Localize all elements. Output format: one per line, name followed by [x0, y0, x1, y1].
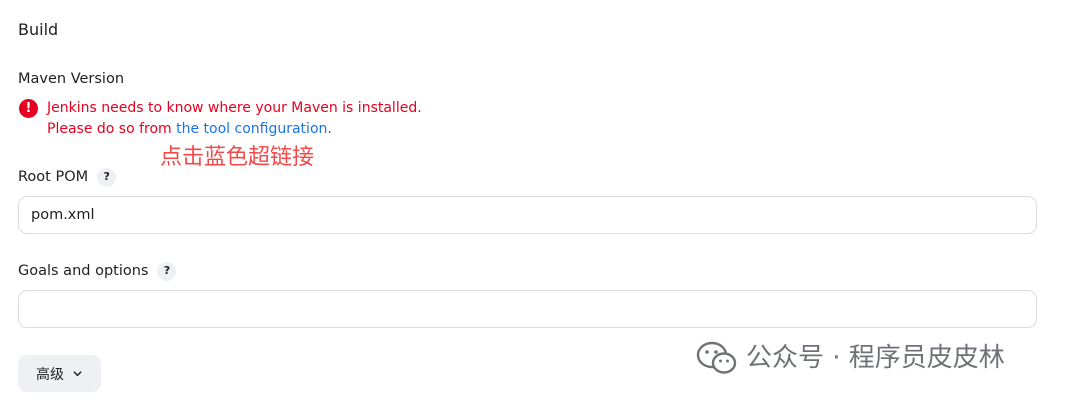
chevron-down-icon [73, 371, 82, 377]
advanced-button[interactable]: 高级 [18, 355, 101, 392]
error-line-1: Jenkins needs to know where your Maven i… [47, 100, 422, 116]
error-line-2: Please do so from the tool configuration… [47, 119, 422, 140]
goals-and-options-label: Goals and options ? [18, 261, 177, 281]
maven-version-label: Maven Version [18, 69, 124, 89]
annotation-text: 点击蓝色超链接 [160, 145, 315, 170]
watermark-text: 公众号 · 程序员皮皮林 [746, 343, 1005, 373]
maven-error-message: ! Jenkins needs to know where your Maven… [19, 98, 422, 140]
root-pom-input[interactable] [18, 196, 1037, 234]
error-circle-icon: ! [19, 99, 38, 118]
maven-version-label-text: Maven Version [18, 71, 125, 87]
section-title-build: Build [18, 20, 59, 39]
error-text: Jenkins needs to know where your Maven i… [47, 98, 422, 140]
watermark: 公众号 · 程序员皮皮林 [696, 340, 1005, 376]
tool-configuration-link[interactable]: the tool configuration [176, 121, 327, 137]
goals-and-options-label-text: Goals and options [18, 263, 149, 279]
error-line-2-prefix: Please do so from [47, 121, 177, 137]
error-line-2-suffix: . [327, 121, 332, 137]
help-icon[interactable]: ? [157, 261, 177, 281]
help-icon[interactable]: ? [97, 167, 117, 187]
root-pom-label-text: Root POM [18, 169, 89, 185]
advanced-button-label: 高级 [36, 365, 64, 382]
wechat-logo [696, 341, 737, 374]
root-pom-label: Root POM ? [18, 167, 117, 187]
goals-and-options-input[interactable] [18, 290, 1037, 328]
